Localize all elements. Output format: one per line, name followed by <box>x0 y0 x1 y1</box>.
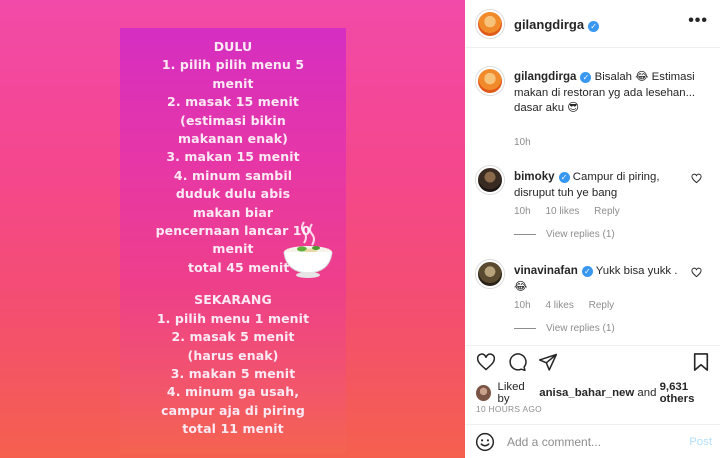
like-heart-icon[interactable] <box>691 267 702 278</box>
avatar <box>476 385 491 401</box>
comment-username[interactable]: vinavinafan <box>514 264 578 277</box>
like-heart-icon[interactable] <box>476 352 496 372</box>
avatar[interactable] <box>476 260 504 288</box>
verified-badge-icon: ✓ <box>580 72 592 83</box>
comments-section: gilangdirga ✓ Bisalah 😂 Estimasi makan di… <box>465 49 720 345</box>
story-line: duduk dulu abis <box>175 186 291 202</box>
verified-badge-icon: ✓ <box>581 266 593 277</box>
story-line: 3. makan 5 menit <box>170 365 296 381</box>
story-line: 1. pilih menu 1 menit <box>156 310 310 326</box>
story-line: 4. minum ga usah, <box>166 384 300 400</box>
view-replies-button[interactable]: View replies (1) <box>514 323 615 334</box>
likes-summary[interactable]: Liked by anisa_bahar_new and 9,631 other… <box>476 381 720 405</box>
story-line: (estimasi bikin <box>180 112 286 128</box>
reply-button[interactable]: Reply <box>589 300 615 311</box>
bookmark-icon[interactable] <box>692 352 710 372</box>
story-line: 2. masak 15 menit <box>167 94 299 110</box>
view-replies-button[interactable]: View replies (1) <box>514 229 615 240</box>
comment-username[interactable]: bimoky <box>514 170 555 183</box>
post-header: gilangdirga ✓ ••• <box>465 0 720 48</box>
divider <box>514 234 536 235</box>
caption-username[interactable]: gilangdirga <box>514 70 576 83</box>
divider <box>514 328 536 329</box>
post-caption: gilangdirga ✓ Bisalah 😂 Estimasi makan di… <box>514 69 709 117</box>
view-replies-label: View replies (1) <box>546 229 615 240</box>
more-options-icon[interactable]: ••• <box>688 13 708 29</box>
comment-bubble-icon[interactable] <box>507 352 527 372</box>
like-heart-icon[interactable] <box>691 173 702 184</box>
share-paper-plane-icon[interactable] <box>538 352 558 372</box>
comment-actions: 10h 4 likes Reply <box>514 300 626 311</box>
comment-actions: 10h 10 likes Reply <box>514 206 632 217</box>
liked-prefix: Liked by <box>497 381 525 405</box>
verified-badge-icon: ✓ <box>588 21 600 32</box>
avatar[interactable] <box>476 166 504 194</box>
story-line: makanan enak) <box>178 131 288 147</box>
comment-body: vinavinafan ✓ Yukk bisa yukk . 😂 <box>514 263 690 295</box>
story-line: menit <box>212 75 254 91</box>
add-comment-bar: Post <box>465 424 720 458</box>
story-line: (harus enak) <box>187 347 279 363</box>
verified-badge-icon: ✓ <box>558 172 570 183</box>
soup-bowl-icon <box>283 221 333 278</box>
comment-likes[interactable]: 10 likes <box>545 206 579 217</box>
comment-likes[interactable]: 4 likes <box>545 300 573 311</box>
story-line: total 11 menit <box>182 421 284 437</box>
avatar[interactable] <box>476 67 504 95</box>
comment-time[interactable]: 10h <box>514 300 531 311</box>
comment-time[interactable]: 10h <box>514 206 531 217</box>
author-username[interactable]: gilangdirga <box>514 17 584 32</box>
comment-body: bimoky ✓ Campur di piring, disruput tuh y… <box>514 169 690 201</box>
view-replies-label: View replies (1) <box>546 323 615 334</box>
liked-user[interactable]: anisa_bahar_new <box>539 387 634 399</box>
post-timestamp[interactable]: 10 HOURS AGO <box>476 404 542 414</box>
liked-others[interactable]: 9,631 others <box>660 381 720 405</box>
story-line: 4. minum sambil <box>173 167 293 183</box>
post-footer: Liked by anisa_bahar_new and 9,631 other… <box>465 345 720 458</box>
avatar[interactable] <box>476 10 504 38</box>
author-name[interactable]: gilangdirga ✓ <box>514 16 600 34</box>
story-line: SEKARANG <box>194 292 272 308</box>
action-bar <box>476 352 558 376</box>
save-bookmark-button[interactable] <box>692 352 710 377</box>
story-line: 1. pilih pilih menu 5 <box>161 57 305 73</box>
emoji-smiley-icon[interactable] <box>475 432 495 452</box>
reply-button[interactable]: Reply <box>594 206 620 217</box>
story-line: campur aja di piring <box>161 402 305 418</box>
story-line: 2. masak 5 menit <box>171 329 295 345</box>
post-side-panel: gilangdirga ✓ ••• gilangdirga ✓ Bisalah 😂 … <box>465 0 720 458</box>
post-media[interactable]: DULU 1. pilih pilih menu 5 menit 2. masa… <box>0 0 465 458</box>
story-line: DULU <box>213 39 253 54</box>
post-comment-button[interactable]: Post <box>689 436 712 448</box>
story-line: 3. makan 15 menit <box>166 149 300 165</box>
caption-time[interactable]: 10h <box>514 137 531 148</box>
liked-and: and <box>637 387 657 399</box>
comment-input[interactable] <box>507 435 677 449</box>
